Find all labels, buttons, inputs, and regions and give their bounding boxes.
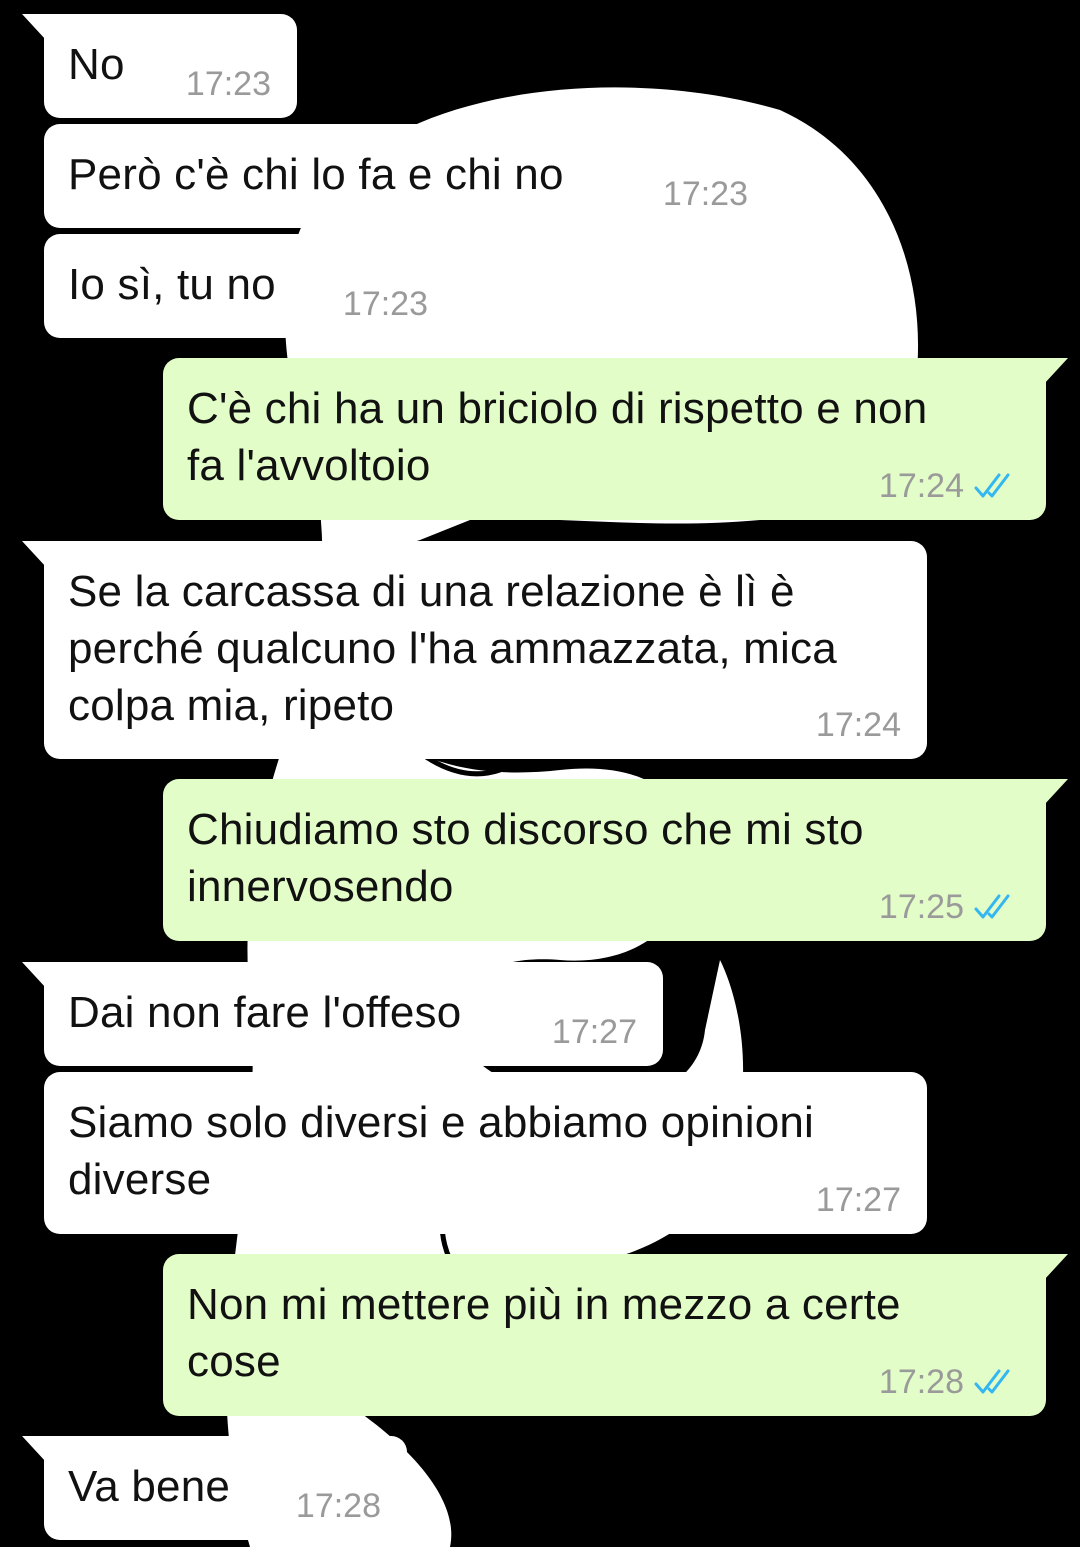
- message-time: 17:28: [878, 1363, 964, 1401]
- incoming-message-bubble[interactable]: Se la carcassa di una relazione è lì è p…: [22, 541, 927, 759]
- message-time: 17:24: [815, 706, 901, 744]
- message-time: 17:23: [662, 175, 748, 213]
- message-time: 17:23: [185, 65, 271, 103]
- message-meta: 17:28: [879, 1362, 1020, 1402]
- bubble-tail: [1044, 779, 1068, 805]
- message-meta: 17:27: [552, 1012, 637, 1052]
- incoming-message-bubble[interactable]: Dai non fare l'offeso 17:27: [22, 962, 663, 1066]
- message-meta: 17:23: [186, 64, 271, 104]
- message-time: 17:23: [342, 285, 428, 323]
- incoming-message-bubble[interactable]: Però c'è chi lo fa e chi no 17:23: [44, 124, 774, 228]
- message-meta: 17:23: [343, 284, 428, 324]
- double-check-read-icon: [974, 1369, 1010, 1394]
- bubble-tail: [1044, 1254, 1068, 1280]
- message-meta: 17:27: [816, 1180, 901, 1220]
- incoming-message-bubble[interactable]: Va bene 17:28: [22, 1436, 407, 1540]
- message-time: 17:27: [815, 1181, 901, 1219]
- incoming-message-bubble[interactable]: Io sì, tu no 17:23: [44, 234, 454, 338]
- message-time: 17:28: [295, 1487, 381, 1525]
- message-time: 17:27: [551, 1013, 637, 1051]
- outgoing-message-bubble[interactable]: Chiudiamo sto discorso che mi sto innerv…: [163, 779, 1068, 941]
- double-check-read-icon: [974, 473, 1010, 498]
- incoming-message-bubble[interactable]: No 17:23: [22, 14, 297, 118]
- message-time: 17:25: [878, 888, 964, 926]
- message-time: 17:24: [878, 467, 964, 505]
- bubble-tail: [22, 541, 46, 567]
- incoming-message-bubble[interactable]: Siamo solo diversi e abbiamo opinioni di…: [44, 1072, 927, 1234]
- message-text: Siamo solo diversi e abbiamo opinioni di…: [68, 1098, 815, 1204]
- message-meta: 17:24: [879, 466, 1020, 506]
- bubble-tail: [22, 962, 46, 988]
- message-text: Però c'è chi lo fa e chi no: [68, 150, 564, 199]
- bubble-tail: [1044, 358, 1068, 384]
- double-check-read-icon: [974, 894, 1010, 919]
- message-meta: 17:25: [879, 887, 1020, 927]
- bubble-tail: [22, 1436, 46, 1462]
- bubble-tail: [22, 14, 46, 40]
- message-meta: 17:23: [663, 174, 748, 214]
- outgoing-message-bubble[interactable]: Non mi mettere più in mezzo a certe cose…: [163, 1254, 1068, 1416]
- message-meta: 17:24: [816, 705, 901, 745]
- outgoing-message-bubble[interactable]: C'è chi ha un briciolo di rispetto e non…: [163, 358, 1068, 520]
- message-meta: 17:28: [296, 1486, 381, 1526]
- message-text: Se la carcassa di una relazione è lì è p…: [68, 567, 837, 730]
